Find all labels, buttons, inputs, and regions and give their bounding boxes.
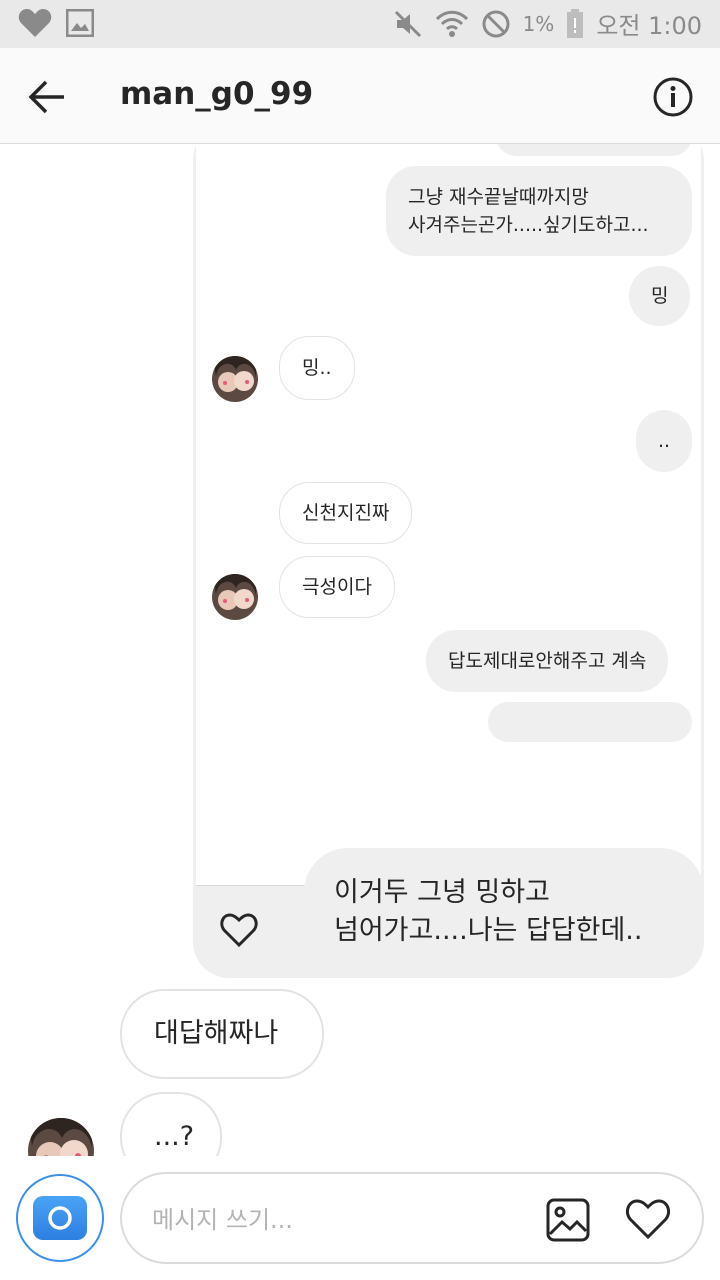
info-icon[interactable]	[652, 76, 694, 118]
wifi-icon	[435, 10, 468, 37]
shared-post-image[interactable]: 그냥 재수끝날때까지망 사겨주는곤가.....싶기도하고... 밍 밍.. ..…	[196, 144, 701, 886]
heart-icon	[18, 9, 52, 37]
message-text: 대답해짜나	[154, 1018, 279, 1049]
shared-bubble-partial	[488, 702, 692, 742]
shared-bubble: 신천지진짜	[279, 482, 413, 544]
battery-percent: 1%	[522, 11, 555, 36]
incoming-message[interactable]: 대답해짜나	[120, 989, 324, 1079]
message-text: 넘어가고....나는 답답한데..	[334, 914, 643, 946]
like-heart-icon[interactable]	[219, 910, 259, 950]
chat-thread[interactable]: 그냥 재수끝날때까지망 사겨주는곤가.....싶기도하고... 밍 밍.. ..…	[0, 144, 720, 1156]
message-input-box[interactable]	[120, 1172, 704, 1264]
message-input[interactable]	[152, 1202, 532, 1238]
shared-bubble: 극성이다	[279, 556, 395, 618]
heart-icon[interactable]	[624, 1196, 672, 1242]
conversation-header: man_g0_99	[0, 48, 720, 144]
sender-avatar[interactable]	[28, 1118, 94, 1156]
battery-icon	[567, 8, 584, 38]
outgoing-message[interactable]: 이거두 그녕 밍하고 넘어가고....나는 답답한데..	[304, 848, 704, 975]
gallery-icon[interactable]	[546, 1198, 590, 1242]
shared-bubble: 답도제대로안해주고 계속	[426, 630, 669, 692]
image-icon	[66, 9, 94, 37]
shared-bubble-partial	[496, 144, 692, 156]
message-text: 이거두 그녕 밍하고	[334, 876, 550, 908]
status-bar: 1% 오전 1:00	[0, 0, 720, 48]
incoming-message[interactable]: ...?	[120, 1092, 222, 1156]
camera-icon	[33, 1196, 87, 1240]
shared-bubble: 그냥 재수끝날때까지망 사겨주는곤가.....싶기도하고...	[386, 166, 692, 256]
mute-icon	[394, 10, 421, 37]
shared-bubble: 밍..	[279, 336, 355, 400]
avatar	[212, 574, 258, 620]
shared-bubble: 밍	[629, 266, 691, 326]
do-not-disturb-icon	[482, 10, 510, 37]
clock: 오전 1:00	[596, 12, 702, 40]
message-text: ...?	[154, 1121, 195, 1152]
message-composer	[0, 1156, 720, 1280]
back-arrow-icon[interactable]	[26, 76, 68, 118]
conversation-username[interactable]: man_g0_99	[120, 76, 313, 112]
avatar	[212, 356, 258, 402]
camera-button[interactable]	[16, 1174, 104, 1262]
shared-bubble: ..	[636, 410, 693, 472]
